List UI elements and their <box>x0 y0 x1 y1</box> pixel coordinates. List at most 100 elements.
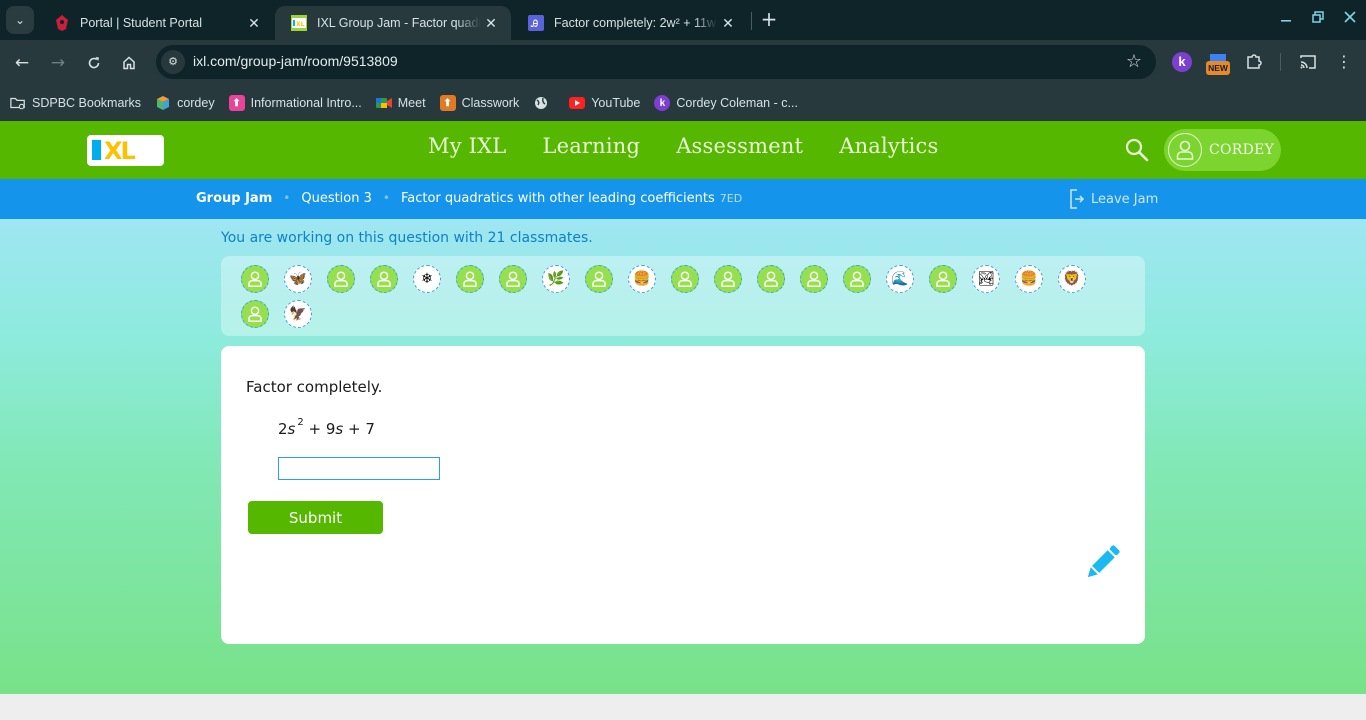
nav-analytics[interactable]: Analytics <box>839 134 938 158</box>
bookmark-label: cordey <box>177 96 215 110</box>
bookmark-meet[interactable]: Meet <box>375 95 426 111</box>
classmate-avatar-default <box>714 265 742 293</box>
expr-variable: s <box>335 420 344 438</box>
classmate-burger-avatar: 🍔 <box>1015 265 1043 293</box>
submit-button[interactable]: Submit <box>248 501 383 534</box>
classmates-count-text: You are working on this question with 21… <box>221 230 593 246</box>
tab-search-button[interactable]: ⌄ <box>6 6 34 34</box>
arrow-left-icon: ← <box>14 53 30 73</box>
reload-icon <box>88 57 100 69</box>
browser-menu-icon[interactable]: ⋮ <box>1332 50 1356 74</box>
logo-i-mark <box>92 140 101 160</box>
globe-icon <box>533 95 549 111</box>
svg-text:XL: XL <box>296 21 305 28</box>
classmate-eagle-avatar: 🦅 <box>284 300 312 328</box>
bookmark-label: YouTube <box>591 96 641 110</box>
skill-name: Factor quadratics with other leading coe… <box>400 191 715 206</box>
close-tab-icon[interactable]: ✕ <box>718 15 738 32</box>
leave-jam-button[interactable]: Leave Jam <box>1069 189 1158 209</box>
chevron-down-icon: ⌄ <box>14 13 26 27</box>
bookmark-label: SDPBC Bookmarks <box>32 96 142 110</box>
classmate-avatar-default <box>585 265 613 293</box>
arrow-right-icon: → <box>50 53 66 73</box>
portal-shield-icon <box>54 15 70 31</box>
user-account-button[interactable]: CORDEY <box>1164 129 1281 171</box>
address-bar[interactable]: ⚙ ixl.com/group-jam/room/9513809 ☆ <box>156 45 1156 79</box>
extensions-puzzle-icon[interactable] <box>1242 50 1266 74</box>
forward-button[interactable]: → <box>45 50 71 76</box>
search-icon[interactable] <box>1124 137 1150 163</box>
question-prompt: Factor completely. <box>246 378 383 396</box>
minimize-button[interactable] <box>1271 6 1301 30</box>
classmates-avatars-panel: 🦋 ❄ 🌿 🍔 🌊 🏞 🍔 🦁 🦅 <box>221 256 1145 336</box>
home-icon <box>123 56 135 70</box>
new-tab-button[interactable]: + <box>758 8 780 30</box>
bookmark-youtube[interactable]: YouTube <box>569 95 640 111</box>
scratchpad-pencil-icon[interactable] <box>1081 542 1123 584</box>
expr-variable: s <box>287 420 296 438</box>
question-expression: 2s 2 + 9s + 7 <box>278 417 375 438</box>
bookmark-sdpbc[interactable]: SDPBC Bookmarks <box>10 95 141 111</box>
bookmark-cordey[interactable]: cordey <box>155 95 215 111</box>
reload-button[interactable] <box>81 50 107 76</box>
bookmark-cordey-coleman[interactable]: k Cordey Coleman - c... <box>654 95 798 111</box>
tab-separator <box>751 12 752 30</box>
close-tab-icon[interactable]: ✕ <box>244 15 264 32</box>
tab-title: Portal | Student Portal <box>80 16 203 30</box>
expr-exponent: 2 <box>297 417 304 428</box>
tab-factor-completely[interactable]: Ꭿ Factor completely: 2w² + 11w + ... ✕ <box>512 6 748 40</box>
tab-title: IXL Group Jam - Factor quadratics with o… <box>317 16 481 30</box>
classmate-landscape-avatar: 🏞 <box>972 265 1000 293</box>
answer-input[interactable] <box>278 457 440 480</box>
cube-icon <box>155 95 171 111</box>
restore-button[interactable] <box>1303 6 1333 30</box>
nav-assessment[interactable]: Assessment <box>676 134 803 158</box>
nav-my-ixl[interactable]: My IXL <box>428 134 506 158</box>
meet-icon <box>375 95 392 111</box>
classmate-avatar-default <box>929 265 957 293</box>
skill-code: 7ED <box>719 192 743 205</box>
classmate-avatar-default <box>370 265 398 293</box>
back-button[interactable]: ← <box>9 50 35 76</box>
question-number: Question 3 <box>301 191 372 206</box>
app-icon: Ꭿ <box>528 15 544 31</box>
bookmark-label: Meet <box>397 96 426 110</box>
classmate-snowflake-avatar: ❄ <box>413 265 441 293</box>
folder-icon <box>10 95 26 111</box>
nav-learning[interactable]: Learning <box>542 134 640 158</box>
classmate-avatar-default <box>757 265 785 293</box>
toolbar-separator <box>1280 53 1281 71</box>
k-icon: k <box>654 95 671 111</box>
exit-icon <box>1070 189 1085 209</box>
tab-ixl-group-jam[interactable]: XL IXL Group Jam - Factor quadratics wit… <box>275 6 511 40</box>
classmate-avatar-default <box>327 265 355 293</box>
home-button[interactable] <box>116 50 142 76</box>
close-tab-icon[interactable]: ✕ <box>481 15 501 32</box>
tab-portal[interactable]: Portal | Student Portal ✕ <box>38 6 274 40</box>
classmate-waterfall-avatar: 🌊 <box>886 265 914 293</box>
user-icon <box>1176 140 1194 160</box>
k-extension-icon[interactable]: k <box>1172 52 1192 72</box>
bookmark-star-icon[interactable]: ☆ <box>1126 51 1142 72</box>
ixl-main-nav: My IXL Learning Assessment Analytics <box>428 134 939 158</box>
classmate-avatar-default <box>241 265 269 293</box>
classmate-avatar-default <box>843 265 871 293</box>
bookmark-label: Cordey Coleman - c... <box>676 96 798 110</box>
classmate-avatar-default <box>456 265 484 293</box>
ixl-logo[interactable]: XL <box>87 135 164 166</box>
close-window-button[interactable] <box>1335 6 1365 30</box>
youtube-icon <box>569 95 586 111</box>
browser-toolbar: ← → ⚙ ixl.com/group-jam/room/9513809 ☆ k… <box>0 40 1366 85</box>
cast-icon[interactable] <box>1296 50 1320 74</box>
bookmark-label: Informational Intro... <box>250 96 362 110</box>
new-extension-icon[interactable]: NEW <box>1206 54 1230 76</box>
url-text[interactable]: ixl.com/group-jam/room/9513809 <box>193 53 398 69</box>
classroom-icon: ⬆ <box>228 95 245 111</box>
classmate-forest-avatar: 🌿 <box>542 265 570 293</box>
bookmark-globe[interactable] <box>533 95 555 111</box>
breadcrumb-separator: • <box>283 191 291 205</box>
bookmark-classwork[interactable]: ⬆ Classwork <box>439 95 519 111</box>
bookmark-informational-intro[interactable]: ⬆ Informational Intro... <box>228 95 362 111</box>
site-info-icon[interactable]: ⚙ <box>161 50 185 74</box>
svg-text:Ꭿ: Ꭿ <box>530 19 538 30</box>
